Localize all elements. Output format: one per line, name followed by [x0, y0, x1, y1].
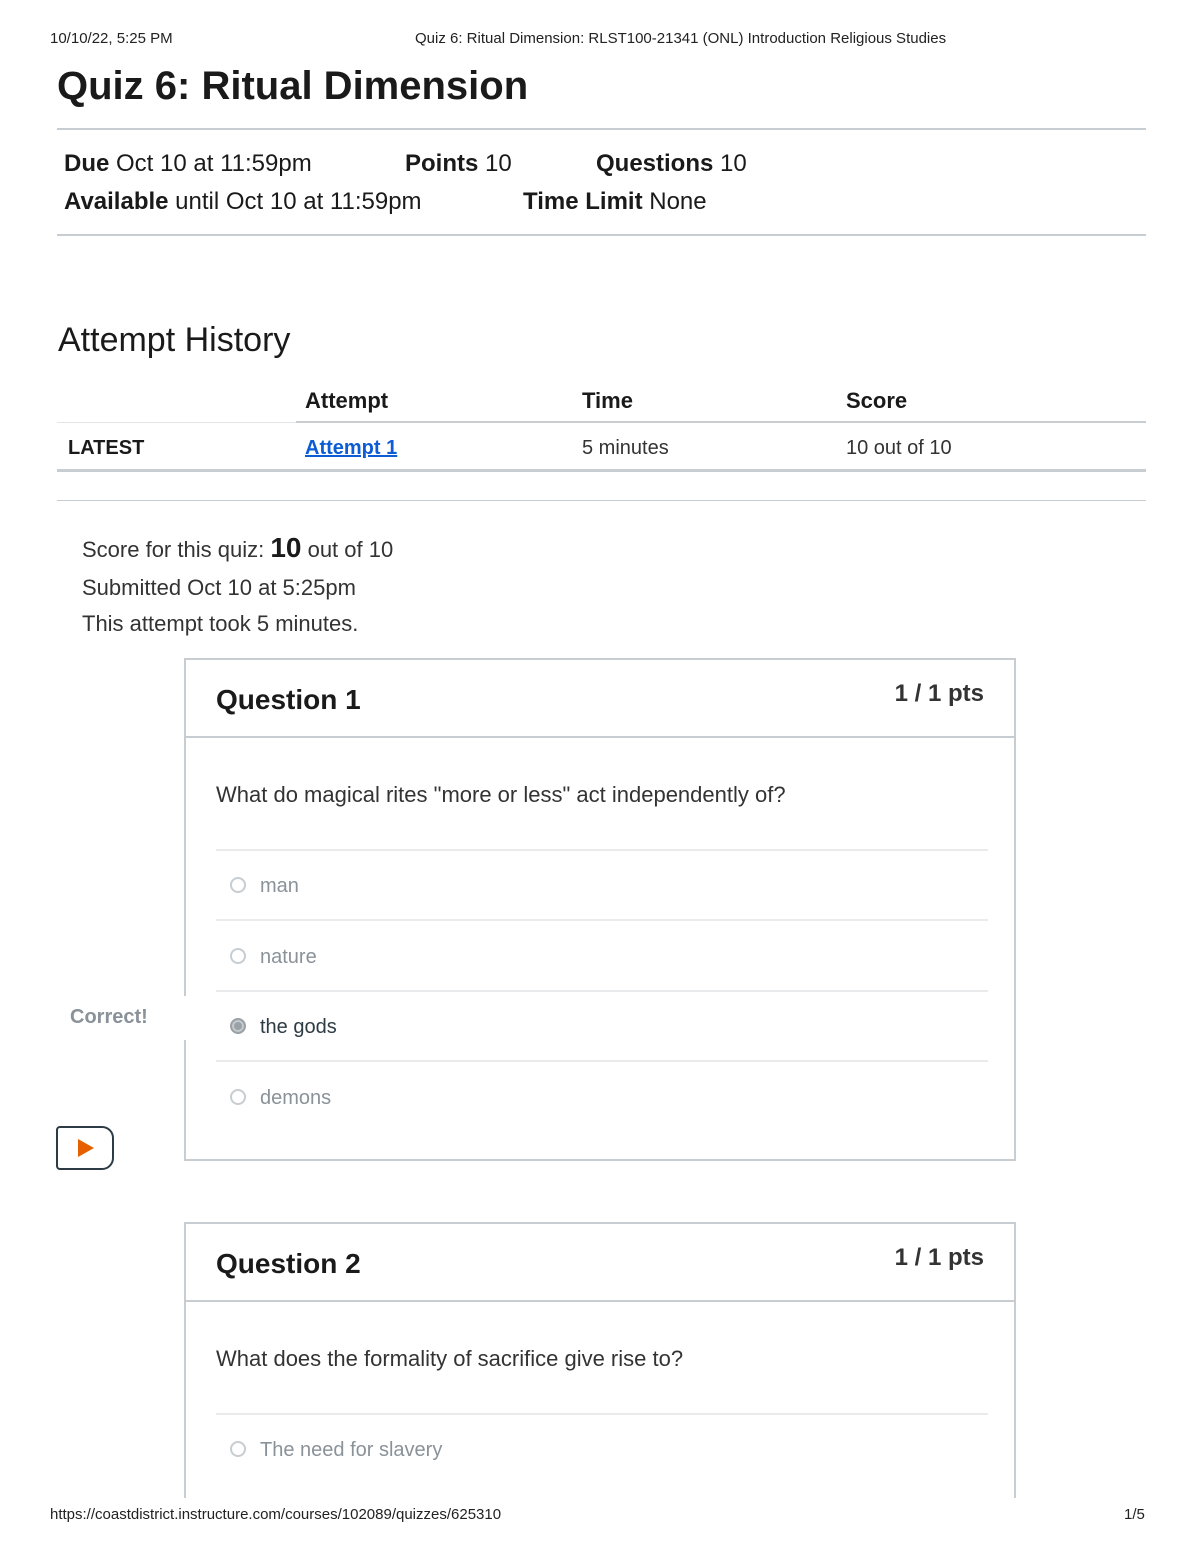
- due-value: Oct 10 at 11:59pm: [116, 150, 312, 177]
- answer-option[interactable]: The need for slavery: [230, 1439, 443, 1462]
- attempt-1-link[interactable]: Attempt 1: [305, 437, 397, 460]
- radio-icon[interactable]: [230, 948, 246, 964]
- border-gap: [183, 996, 187, 1040]
- table-row-rule: [57, 469, 1146, 472]
- question-2-points: 1 / 1 pts: [894, 1244, 984, 1271]
- attempt-history-heading: Attempt History: [58, 321, 291, 359]
- answer-option[interactable]: demons: [230, 1087, 332, 1110]
- table-header-rule-left: [57, 422, 296, 423]
- divider: [57, 128, 1146, 130]
- divider: [57, 234, 1146, 236]
- divider: [57, 500, 1146, 501]
- print-datetime: 10/10/22, 5:25 PM: [50, 30, 173, 47]
- answer-option[interactable]: nature: [230, 946, 317, 969]
- submitted-info: Submitted Oct 10 at 5:25pm: [82, 575, 356, 600]
- answer-divider: [216, 1413, 988, 1415]
- time-limit-label: Time Limit: [523, 188, 643, 215]
- answer-option[interactable]: man: [230, 875, 299, 898]
- table-header-rule: [296, 421, 1146, 423]
- answer-label: man: [260, 875, 299, 897]
- latest-tag: LATEST: [68, 437, 145, 459]
- play-button[interactable]: [56, 1126, 114, 1170]
- radio-icon[interactable]: [230, 1441, 246, 1457]
- attempt-duration: This attempt took 5 minutes.: [82, 611, 359, 636]
- page-title: Quiz 6: Ritual Dimension: [57, 64, 529, 108]
- question-1-header: Question 1 1 / 1 pts: [186, 660, 1014, 738]
- answer-label: The need for slavery: [260, 1439, 443, 1461]
- answer-divider: [216, 849, 988, 851]
- points-info: Points 10: [405, 150, 512, 178]
- footer-url: https://coastdistrict.instructure.com/co…: [50, 1506, 502, 1523]
- quiz-score-summary: Score for this quiz: 10 out of 10: [82, 532, 393, 564]
- question-2-card: Question 2 1 / 1 pts What does the forma…: [184, 1222, 1016, 1522]
- attempt-time: 5 minutes: [582, 437, 669, 459]
- question-1-title: Question 1: [216, 684, 361, 715]
- due-info: Due Oct 10 at 11:59pm: [64, 150, 312, 178]
- due-label: Due: [64, 150, 110, 177]
- score-value: 10: [270, 532, 302, 563]
- question-1-points: 1 / 1 pts: [894, 680, 984, 707]
- play-icon: [78, 1139, 94, 1157]
- question-1-card: Question 1 1 / 1 pts What do magical rit…: [184, 658, 1016, 1161]
- answer-divider: [216, 990, 988, 992]
- questions-label: Questions: [596, 150, 714, 177]
- answer-label: the gods: [260, 1016, 337, 1038]
- question-2-header: Question 2 1 / 1 pts: [186, 1224, 1014, 1302]
- column-header-score: Score: [846, 388, 908, 413]
- question-2-title: Question 2: [216, 1248, 361, 1279]
- footer-page-number: 1/5: [1124, 1506, 1145, 1523]
- column-header-time: Time: [582, 388, 633, 413]
- score-prefix: Score for this quiz:: [82, 537, 271, 562]
- time-limit-info: Time Limit None: [523, 188, 707, 216]
- answer-label: nature: [260, 946, 317, 968]
- column-header-attempt: Attempt: [305, 388, 389, 413]
- attempt-score: 10 out of 10: [846, 437, 952, 459]
- available-label: Available: [64, 188, 169, 215]
- score-suffix: out of 10: [301, 537, 394, 562]
- points-label: Points: [405, 150, 479, 177]
- available-info: Available until Oct 10 at 11:59pm: [64, 188, 422, 216]
- answer-divider: [216, 1060, 988, 1062]
- correct-answer-label: Correct!: [70, 1006, 148, 1028]
- radio-selected-icon[interactable]: [230, 1018, 246, 1034]
- radio-icon[interactable]: [230, 877, 246, 893]
- answer-label: demons: [260, 1087, 332, 1109]
- print-page-title: Quiz 6: Ritual Dimension: RLST100-21341 …: [415, 30, 947, 47]
- questions-info: Questions 10: [596, 150, 747, 178]
- points-value: 10: [485, 150, 512, 177]
- answer-option-selected[interactable]: the gods: [230, 1016, 337, 1039]
- question-2-text: What does the formality of sacrifice giv…: [216, 1346, 684, 1371]
- questions-value: 10: [720, 150, 747, 177]
- available-value: until Oct 10 at 11:59pm: [175, 188, 422, 215]
- radio-icon[interactable]: [230, 1089, 246, 1105]
- question-1-text: What do magical rites "more or less" act…: [216, 782, 786, 807]
- answer-divider: [216, 919, 988, 921]
- time-limit-value: None: [649, 188, 707, 215]
